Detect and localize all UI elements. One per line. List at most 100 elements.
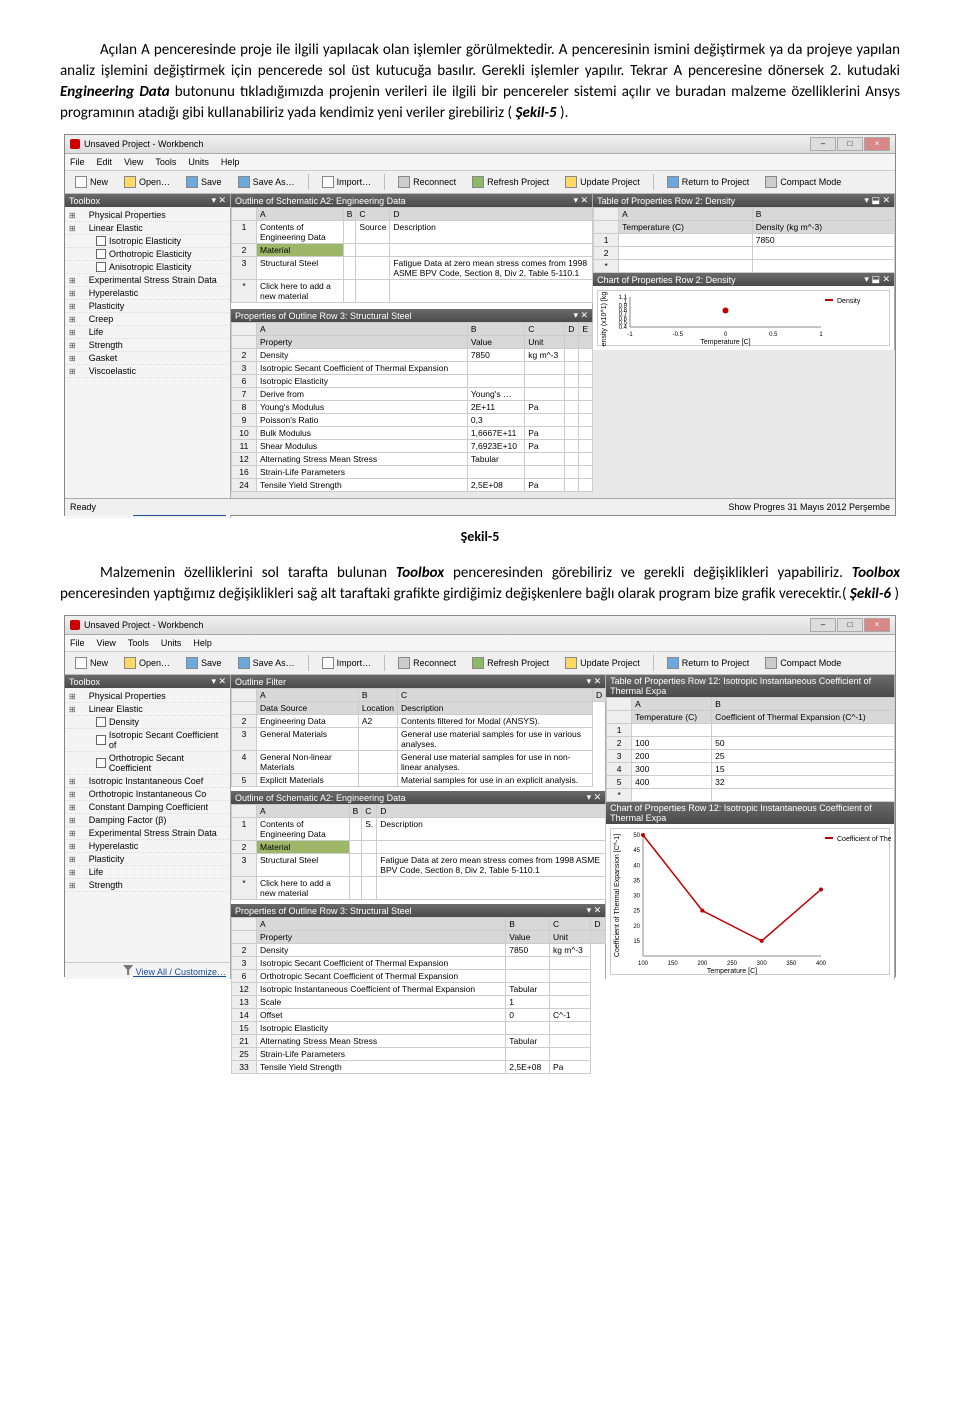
toolbox-item[interactable]: Constant Damping Coefficient [65,801,230,814]
props2-title: Properties of Outline Row 3: Structural … [231,904,605,917]
menu-edit[interactable]: Edit [97,157,113,167]
toolbox-item[interactable]: Experimental Stress Strain Data [65,274,230,287]
svg-text:45: 45 [633,848,640,854]
panel-close-icon[interactable]: ▾ ✕ [587,905,602,916]
toolbox-item[interactable]: Orthotropic Elasticity [65,248,230,261]
toolbar-return-button[interactable]: Return to Project [662,655,755,671]
panel-close-icon[interactable]: ▾ ✕ [587,676,602,687]
panel-close-icon[interactable]: ▾ ✕ [587,792,602,803]
toolbox-item[interactable]: Experimental Stress Strain Data [65,827,230,840]
table-grid[interactable]: ABTemperature (C)Density (kg m^-3)178502… [593,207,895,273]
caption-sekil5: Şekil-5 [60,528,900,545]
menu-view[interactable]: View [97,638,116,648]
props-grid[interactable]: ABCDEPropertyValueUnit2Density7850kg m^-… [231,322,593,492]
toolbox-item[interactable]: Density [65,716,230,729]
return-icon [667,176,679,188]
svg-text:1: 1 [819,332,823,338]
toolbar-saveas-button[interactable]: Save As… [233,655,300,671]
toolbox-item[interactable]: Linear Elastic [65,703,230,716]
toolbar-import-button[interactable]: Import… [317,655,377,671]
menu-tools[interactable]: Tools [128,638,149,648]
term-toolbox2: Toolbox [852,564,900,582]
toolbox-viewall-link[interactable]: View All / Customize… [65,962,230,979]
toolbox-item[interactable]: Life [65,326,230,339]
toolbar-refresh-button[interactable]: Refresh Project [467,655,554,671]
panel-close-icon[interactable]: ▾ ⬓ ✕ [864,195,890,206]
toolbar-refresh-button[interactable]: Refresh Project [467,174,554,190]
toolbar-reconnect-button[interactable]: Reconnect [393,655,461,671]
toolbar-compact-button[interactable]: Compact Mode [760,174,846,190]
toolbar-import-button[interactable]: Import… [317,174,377,190]
toolbox-item[interactable]: Isotropic Secant Coefficient of [65,729,230,752]
menu-units[interactable]: Units [188,157,209,167]
toolbox-item[interactable]: Life [65,866,230,879]
label: Import… [337,177,372,187]
toolbox-title: Toolbox▾ ✕ [65,675,230,688]
props2-grid[interactable]: ABCDPropertyValueUnit2Density7850kg m^-3… [231,917,606,1074]
toolbar-return-button[interactable]: Return to Project [662,174,755,190]
label: Return to Project [682,658,750,668]
toolbar-saveas-button[interactable]: Save As… [233,174,300,190]
window-min-button[interactable]: – [810,618,836,632]
window-max-button[interactable]: □ [837,618,863,632]
toolbox-item[interactable]: Strength [65,339,230,352]
toolbar-save-button[interactable]: Save [181,174,227,190]
toolbox-item[interactable]: Plasticity [65,853,230,866]
filter-grid[interactable]: ABCDData SourceLocationDescription2Engin… [231,688,606,787]
label: Refresh Project [487,177,549,187]
toolbar-reconnect-button[interactable]: Reconnect [393,174,461,190]
outline2-grid[interactable]: ABCD1Contents of Engineering DataS.Descr… [231,804,606,900]
menu-view[interactable]: View [124,157,143,167]
toolbar-save-button[interactable]: Save [181,655,227,671]
menu-file[interactable]: File [70,638,85,648]
toolbox-item[interactable]: Isotropic Instantaneous Coef [65,775,230,788]
toolbox-item[interactable]: Hyperelastic [65,840,230,853]
label: Save As… [253,658,295,668]
window-min-button[interactable]: – [810,137,836,151]
toolbar-open-button[interactable]: Open… [119,174,175,190]
toolbox-list: Physical PropertiesLinear ElasticDensity… [65,688,230,962]
window-max-button[interactable]: □ [837,137,863,151]
panel-close-icon[interactable]: ▾ ✕ [211,676,226,687]
toolbar-update-button[interactable]: Update Project [560,174,645,190]
toolbox-item[interactable]: Gasket [65,352,230,365]
text: ). [560,104,568,122]
status-ready: Ready [70,502,96,512]
toolbox-item[interactable]: Hyperelastic [65,287,230,300]
toolbox-item[interactable]: Strength [65,879,230,892]
label: Import… [337,658,372,668]
toolbox-item[interactable]: Viscoelastic [65,365,230,378]
window-close-button[interactable]: × [864,618,890,632]
toolbar-open-button[interactable]: Open… [119,655,175,671]
menu-tools[interactable]: Tools [155,157,176,167]
toolbox-item[interactable]: Isotropic Elasticity [65,235,230,248]
svg-text:Coefficient of Thermal Expansi: Coefficient of Thermal Expansion [C^-1] [614,834,621,957]
toolbar-compact-button[interactable]: Compact Mode [760,655,846,671]
menu-help[interactable]: Help [221,157,240,167]
toolbar-new-button[interactable]: New [70,174,113,190]
toolbox-item[interactable]: Damping Factor (β) [65,814,230,827]
label: Update Project [580,658,640,668]
toolbox-item[interactable]: Creep [65,313,230,326]
menu-file[interactable]: File [70,157,85,167]
toolbox-item[interactable]: Physical Properties [65,690,230,703]
menu-help[interactable]: Help [193,638,212,648]
label: New [90,177,108,187]
toolbox-item[interactable]: Linear Elastic [65,222,230,235]
toolbox-item[interactable]: Anisotropic Elasticity [65,261,230,274]
toolbox-item[interactable]: Orthotropic Instantaneous Co [65,788,230,801]
toolbox-item[interactable]: Plasticity [65,300,230,313]
outline-grid[interactable]: ABCD1Contents of Engineering DataSourceD… [231,207,593,303]
panel-close-icon[interactable]: ▾ ✕ [574,195,589,206]
panel-close-icon[interactable]: ▾ ⬓ ✕ [864,274,890,285]
toolbox-item[interactable]: Physical Properties [65,209,230,222]
panel-close-icon[interactable]: ▾ ✕ [574,310,589,321]
toolbar-update-button[interactable]: Update Project [560,655,645,671]
outline-panel: Outline of Schematic A2: Engineering Dat… [231,194,593,350]
table2-grid[interactable]: ABTemperature (C)Coefficient of Thermal … [606,697,895,802]
toolbar-new-button[interactable]: New [70,655,113,671]
window-close-button[interactable]: × [864,137,890,151]
menu-units[interactable]: Units [161,638,182,648]
toolbox-item[interactable]: Orthotropic Secant Coefficient [65,752,230,775]
panel-close-icon[interactable]: ▾ ✕ [211,195,226,206]
